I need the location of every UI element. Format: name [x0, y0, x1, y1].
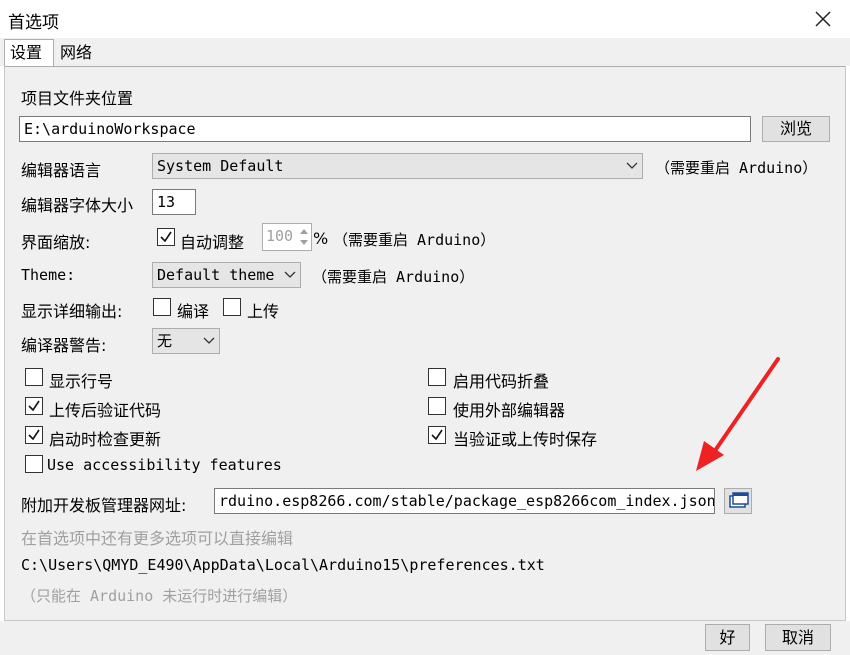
sketchbook-label: 项目文件夹位置	[21, 89, 134, 108]
theme-value: Default theme	[157, 266, 275, 284]
close-button[interactable]	[808, 4, 838, 34]
theme-label: Theme:	[21, 266, 76, 284]
check-icon	[160, 231, 172, 243]
accessibility-label: Use accessibility features	[47, 456, 282, 474]
font-size-label: 编辑器字体大小	[21, 196, 134, 215]
verbose-upload-label: 上传	[247, 302, 280, 321]
window-icon	[729, 492, 749, 508]
auto-scale-checkbox[interactable]	[157, 228, 175, 246]
sketchbook-path-input[interactable]: E:\arduinoWorkspace	[19, 116, 751, 142]
verbose-output-label: 显示详细输出:	[21, 302, 123, 321]
show-line-numbers-checkbox[interactable]	[25, 368, 43, 386]
check-updates-checkbox[interactable]	[25, 426, 43, 444]
zoom-spinner[interactable]: 100	[262, 223, 312, 251]
cancel-button[interactable]: 取消	[765, 624, 831, 651]
compiler-warnings-select[interactable]: 无	[152, 328, 220, 354]
interface-scale-note: （需要重启 Arduino）	[333, 231, 496, 249]
verbose-compile-checkbox[interactable]	[153, 298, 171, 316]
tab-strip	[0, 38, 850, 66]
prefs-file-path: C:\Users\QMYD_E490\AppData\Local\Arduino…	[21, 556, 545, 574]
close-icon	[815, 11, 831, 27]
annotation-arrow-icon	[696, 357, 780, 471]
external-editor-checkbox[interactable]	[428, 397, 446, 415]
check-icon	[28, 429, 40, 441]
board-manager-url-input[interactable]: rduino.esp8266.com/stable/package_esp826…	[214, 488, 715, 514]
window-title: 首选项	[8, 13, 59, 33]
zoom-unit: %	[313, 229, 329, 248]
browse-button[interactable]: 浏览	[762, 116, 830, 142]
chevron-down-icon	[284, 271, 296, 278]
edit-hint: （只能在 Arduino 未运行时进行编辑）	[21, 585, 297, 606]
external-editor-label: 使用外部编辑器	[453, 401, 566, 420]
code-folding-label: 启用代码折叠	[453, 372, 550, 391]
show-line-numbers-label: 显示行号	[49, 372, 114, 391]
theme-note: （需要重启 Arduino）	[312, 268, 475, 286]
verbose-compile-label: 编译	[177, 302, 210, 321]
tab-network[interactable]: 网络	[55, 40, 101, 66]
tab-settings[interactable]: 设置	[4, 39, 54, 67]
chevron-down-icon	[203, 337, 215, 344]
editor-language-value: System Default	[157, 157, 284, 175]
compiler-warnings-label: 编译器警告:	[21, 336, 107, 355]
more-prefs-hint: 在首选项中还有更多选项可以直接编辑	[21, 529, 294, 548]
editor-language-label: 编辑器语言	[21, 161, 102, 180]
theme-select[interactable]: Default theme	[152, 262, 301, 288]
ok-button[interactable]: 好	[705, 624, 750, 651]
code-folding-checkbox[interactable]	[428, 368, 446, 386]
interface-scale-label: 界面缩放:	[21, 233, 91, 252]
editor-language-note: （需要重启 Arduino）	[655, 159, 818, 177]
font-size-input[interactable]: 13	[152, 189, 196, 215]
auto-scale-label: 自动调整	[180, 233, 245, 252]
chevron-down-icon	[626, 162, 638, 169]
accessibility-checkbox[interactable]	[25, 455, 43, 473]
verify-after-upload-label: 上传后验证代码	[49, 401, 162, 420]
zoom-value: 100	[266, 227, 294, 245]
title-bar	[0, 0, 850, 38]
board-urls-edit-button[interactable]	[724, 488, 752, 514]
save-on-verify-checkbox[interactable]	[428, 426, 446, 444]
verbose-upload-checkbox[interactable]	[223, 298, 241, 316]
check-icon	[28, 400, 40, 412]
check-updates-label: 启动时检查更新	[49, 430, 162, 449]
spinner-arrows-icon[interactable]	[297, 224, 311, 250]
save-on-verify-label: 当验证或上传时保存	[453, 430, 598, 449]
check-icon	[431, 429, 443, 441]
editor-language-select[interactable]: System Default	[152, 153, 643, 179]
edit-hint-text: （只能在 Arduino 未运行时进行编辑）	[21, 587, 298, 605]
verify-after-upload-checkbox[interactable]	[25, 397, 43, 415]
compiler-warnings-value: 无	[157, 332, 173, 350]
board-manager-label: 附加开发板管理器网址:	[21, 496, 187, 515]
